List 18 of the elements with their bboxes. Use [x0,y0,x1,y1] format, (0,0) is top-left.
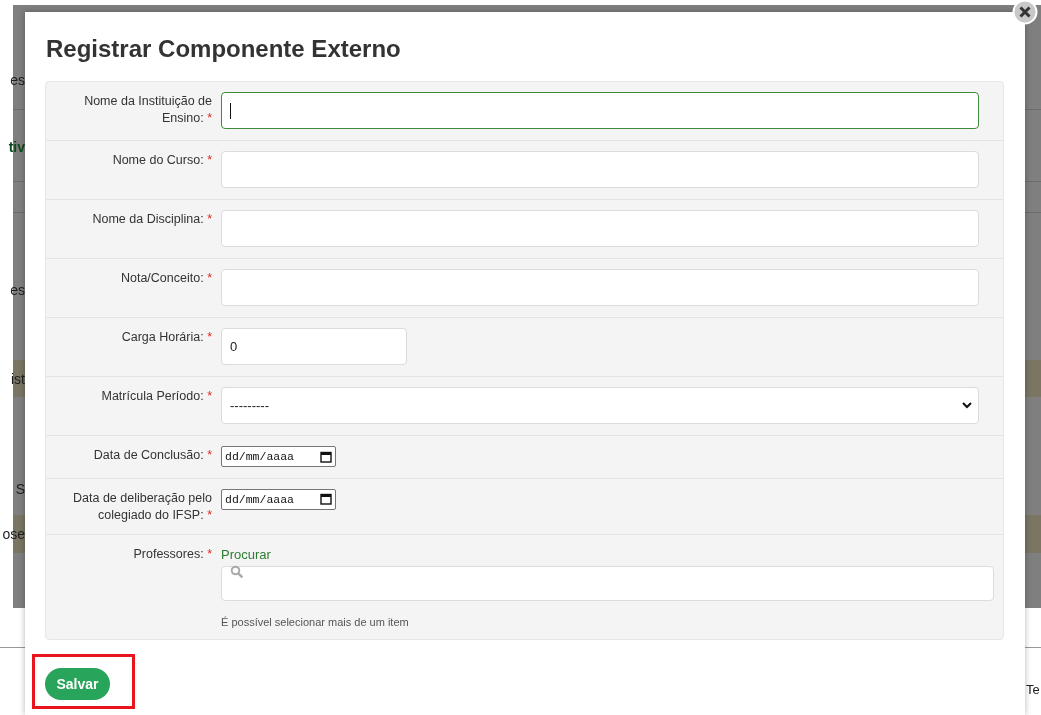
field-label: Data de Conclusão: * [92,447,212,464]
field-label: Data de deliberação pelo colegiado do IFSP: * [72,489,212,523]
field-label: Nome da Disciplina: * [91,211,212,228]
field-label: Nota/Conceito: * [119,270,212,287]
help-text: É possível selecionar mais de um item [221,616,410,628]
search-link[interactable]: Procurar [221,546,994,563]
select-field[interactable]: --------- [221,387,979,424]
number-field[interactable]: 0 [221,328,407,365]
date-field[interactable]: dd/mm/aaaa [221,488,336,510]
date-field[interactable]: dd/mm/aaaa [221,446,336,467]
field-label: Carga Horária: * [120,329,212,346]
field-label: Nome da Instituição de Ensino: * [83,93,212,127]
page-text: Te [1026,682,1040,697]
page-text: S [15,481,25,497]
field-label: Matrícula Período: * [100,388,212,405]
field-label: Professores: * [132,545,212,563]
field-label: Nome do Curso: * [111,152,212,169]
dialog-title: Registrar Componente Externo [46,34,402,64]
